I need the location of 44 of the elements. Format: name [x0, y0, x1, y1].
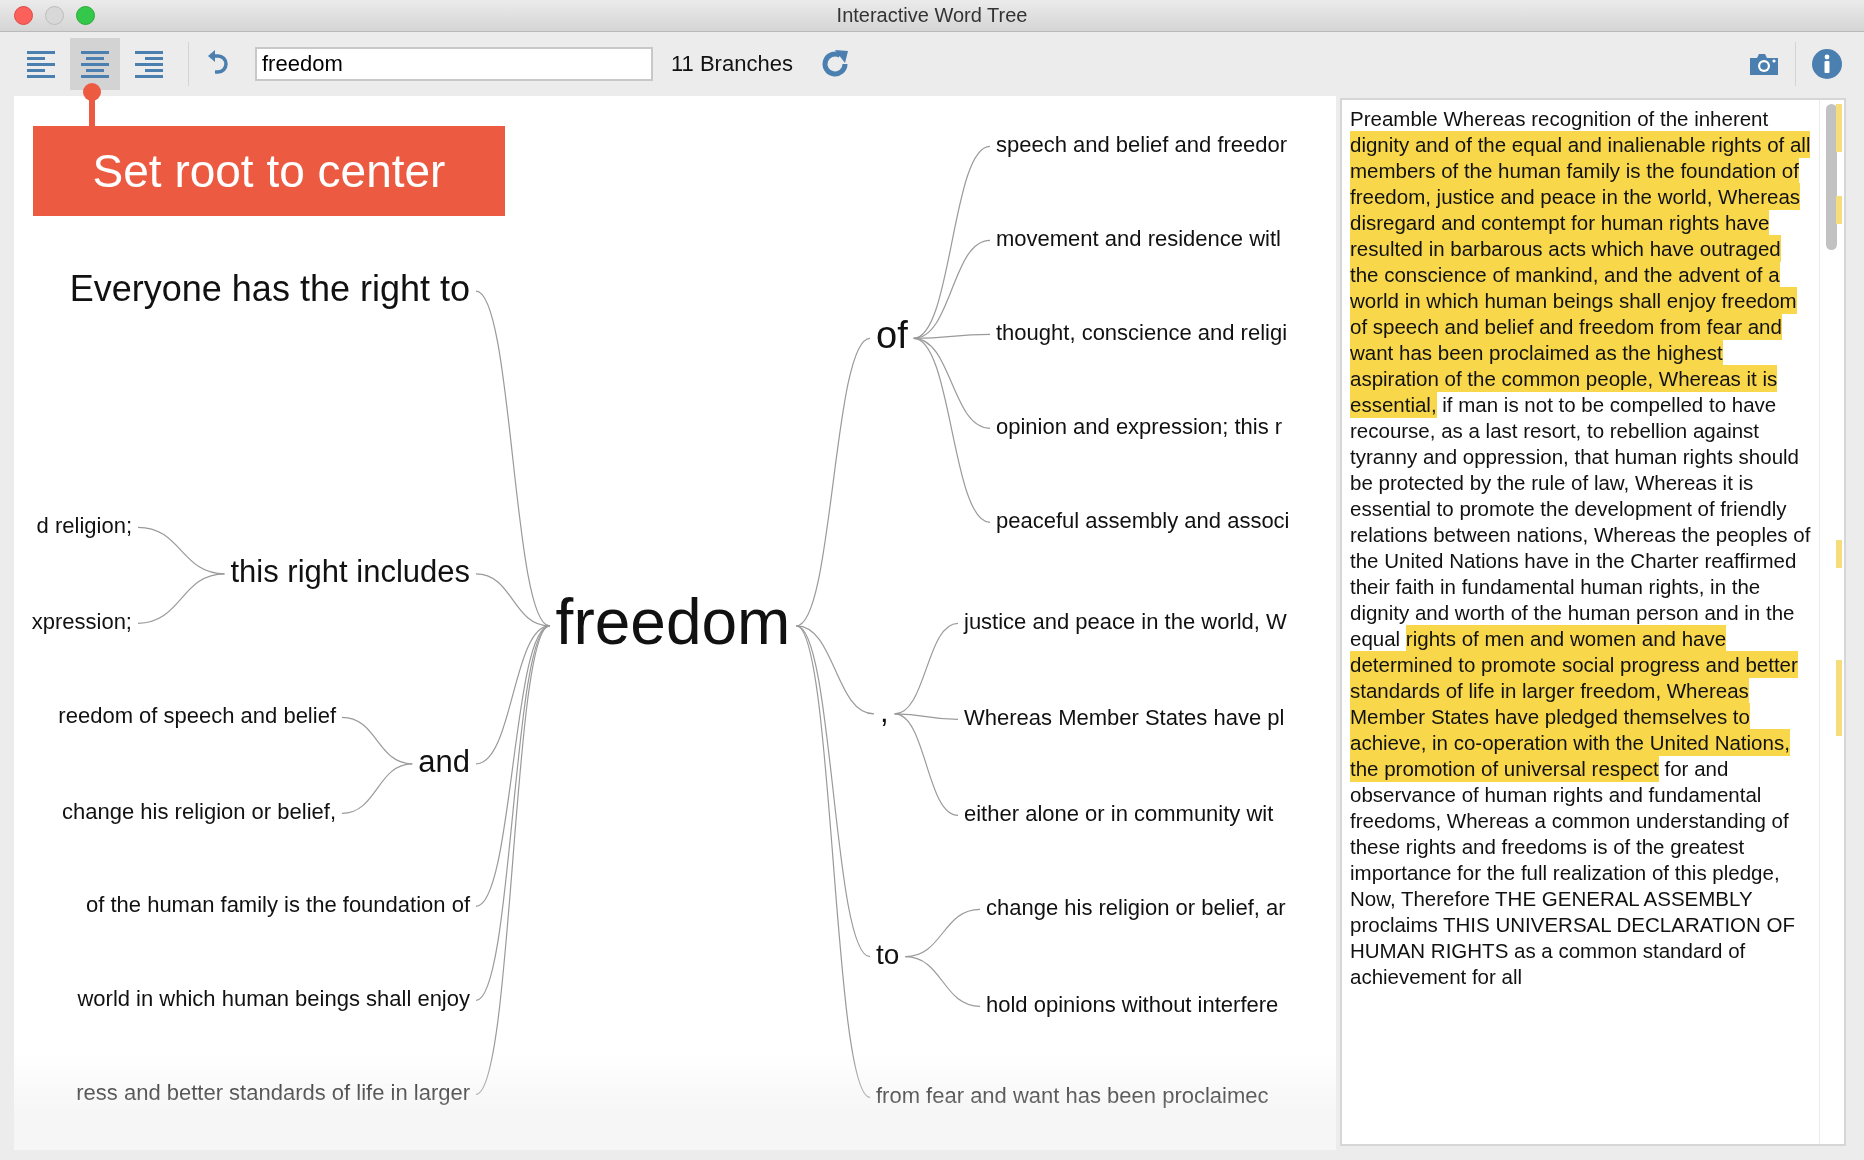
branch-phrase[interactable]: xpression; — [31, 608, 132, 636]
highlight-marker — [1836, 104, 1842, 152]
branch-phrase[interactable]: of the human family is the foundation of — [86, 891, 470, 919]
branch-phrase[interactable]: thought, conscience and religi — [996, 319, 1288, 347]
alignment-button[interactable] — [70, 38, 120, 90]
branch-phrase[interactable]: world in which human beings shall enjoy — [77, 985, 470, 1013]
branch-phrase[interactable]: this right includes — [230, 553, 470, 591]
branch-phrase[interactable]: peaceful assembly and associ — [996, 507, 1290, 535]
branch-phrase[interactable]: reedom of speech and belief — [58, 702, 336, 730]
search-field[interactable]: freedom — [255, 47, 653, 81]
align-left-icon — [27, 50, 55, 78]
branch-phrase[interactable]: justice and peace in the world, W — [964, 608, 1287, 636]
branch-phrase[interactable]: and — [418, 743, 470, 781]
connector-line — [341, 763, 413, 814]
close-window-button[interactable] — [14, 6, 33, 25]
branch-phrase[interactable]: change his religion or belief, — [62, 798, 336, 826]
branch-phrase[interactable]: to — [876, 938, 900, 972]
zoom-window-button[interactable] — [76, 6, 95, 25]
camera-icon — [1749, 52, 1779, 76]
branch-phrase[interactable]: from fear and want has been proclaimec — [876, 1082, 1269, 1110]
branch-phrase[interactable]: Everyone has the right to — [69, 267, 470, 311]
branch-phrase[interactable]: , — [880, 693, 889, 731]
highlight-marker — [1836, 540, 1842, 568]
align-center-icon — [81, 50, 109, 78]
branch-count: 11 Branches — [671, 51, 793, 77]
branch-phrase[interactable]: Whereas Member States have pl — [964, 704, 1285, 732]
branch-phrase[interactable]: change his religion or belief, ar — [986, 894, 1286, 922]
branch-phrase[interactable]: opinion and expression; this r — [996, 413, 1283, 441]
branch-phrase[interactable]: ress and better standards of life in larger — [76, 1079, 470, 1107]
branch-phrase[interactable]: of — [876, 313, 908, 359]
scroll-thumb[interactable] — [1826, 104, 1837, 250]
callout-pointer — [82, 82, 102, 128]
branch-phrase[interactable]: either alone or in community wit — [964, 800, 1274, 828]
align-right-icon — [135, 50, 163, 78]
root-word[interactable]: freedom — [555, 583, 791, 661]
window-title: Interactive Word Tree — [836, 4, 1028, 26]
document-text: Preamble Whereas recognition of the inherent dignity and of the equal and inalienable rights of all members of the human family is the foundation of freedom, justice and peace in the world, Whereas disregard and contempt for human rights have resulted in barbarous acts which have outraged the conscience of mankind, and the advent of a world in which human beings shall enjoy freedom of speech and belief and freedom from fear and want has been proclaimed as the highest aspiration of the common people, Whereas it is essential, if man is not to be compelled to have recourse, as a last resort, to rebellion against tyranny and oppression, that human rights should be protected by the rule of law, Whereas it is essential to promote the development of friendly relations between nations, Whereas the peoples of the United Nations have in the Charter reaffirmed their faith in fundamental human rights, in the dignity and worth of the human person and in the equal rights of men and women and have determined to promote social progress and better standards of life in larger freedom, Whereas Member States have pledged themselves to achieve, in co-operation with the United Nations, the promotion of universal respect for and observance of human rights and fundamental freedoms, Whereas a common understanding of these rights and freedoms is of the greatest importance for the full realization of this pledge, Now, Therefore THE GENERAL ASSEMBLY proclaims THIS UNIVERSAL DECLARATION OF HUMAN RIGHTS as a common standard of achievement for all — [1349, 106, 1812, 990]
branch-phrase[interactable]: movement and residence witl — [996, 225, 1281, 253]
info-icon — [1812, 49, 1842, 79]
branch-phrase[interactable]: d religion; — [36, 512, 132, 540]
tooltip-callout: Set root to center — [33, 126, 505, 216]
branch-phrase[interactable]: hold opinions without interfere — [986, 991, 1279, 1019]
highlight-marker — [1836, 196, 1842, 224]
branch-phrase[interactable]: speech and belief and freedor — [996, 131, 1288, 159]
